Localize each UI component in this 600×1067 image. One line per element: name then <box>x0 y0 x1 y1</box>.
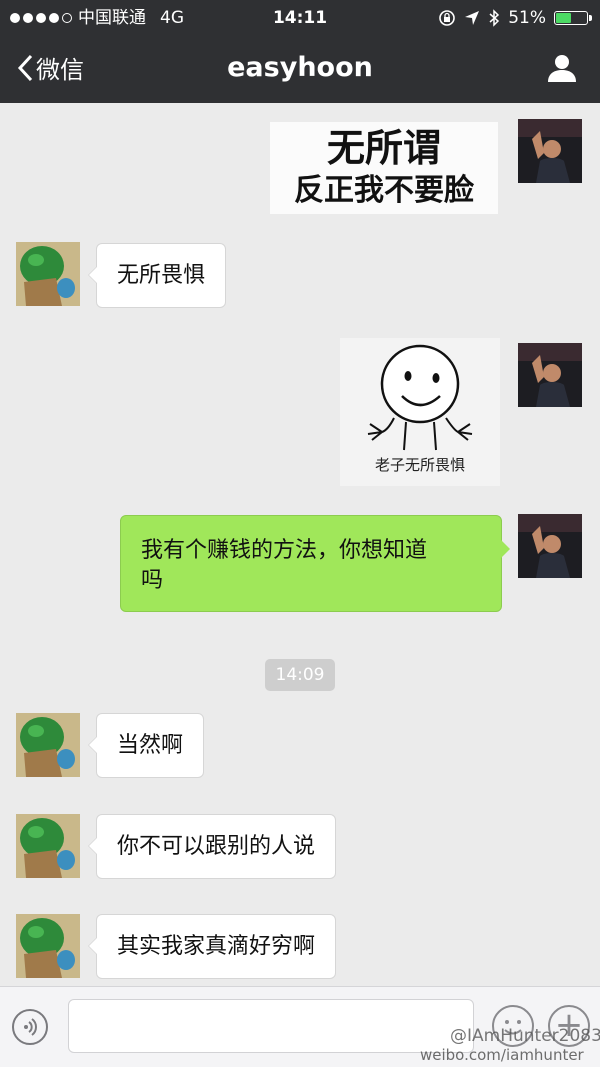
voice-icon <box>24 1018 37 1036</box>
contact-avatar[interactable] <box>16 242 80 306</box>
contact-avatar[interactable] <box>16 914 80 978</box>
status-bar: 中国联通 4G 14:11 51% <box>0 0 600 36</box>
sticker-line1: 无所谓 <box>326 126 441 170</box>
message-bubble[interactable]: 我有个赚钱的方法，你想知道 吗 <box>120 515 510 612</box>
message-text: 无所畏惧 <box>117 263 206 288</box>
battery-icon <box>554 11 592 25</box>
message-text: 其实我家真滴好穷啊 <box>117 934 316 959</box>
sticker-line2: 反正我不要脸 <box>294 173 474 208</box>
battery-fill <box>556 13 571 23</box>
watermark-url: weibo.com/iamhunter <box>420 1046 584 1064</box>
message-text: 当然啊 <box>117 733 184 758</box>
bluetooth-icon <box>489 9 500 27</box>
voice-button[interactable] <box>12 1009 48 1045</box>
sticker-face[interactable]: 老子无所畏惧 <box>340 338 500 486</box>
nav-bar: 微信 easyhoon <box>0 36 600 103</box>
rotation-lock-icon <box>439 10 456 26</box>
profile-button[interactable] <box>546 52 578 88</box>
sticker-caption: 老子无所畏惧 <box>374 456 465 474</box>
location-icon <box>465 11 480 25</box>
message-text: 你不可以跟别的人说 <box>117 834 316 859</box>
status-right: 51% <box>438 0 592 36</box>
sticker-wusuowei[interactable]: 无所谓 反正我不要脸 <box>270 122 498 214</box>
message-bubble[interactable]: 无所畏惧 <box>87 243 227 308</box>
message-text-line1: 我有个赚钱的方法，你想知道 <box>141 538 428 563</box>
watermark-handle: @IAmHunter20830 <box>450 1026 600 1046</box>
my-avatar[interactable] <box>518 343 582 407</box>
time-divider: 14:09 <box>265 659 335 691</box>
battery-percent: 51% <box>508 8 546 28</box>
smiley-shrug-icon <box>367 344 473 451</box>
contact-avatar[interactable] <box>16 814 80 878</box>
top-bar: 中国联通 4G 14:11 51% 微信 easyhoon <box>0 0 600 103</box>
message-bubble[interactable]: 你不可以跟别的人说 <box>87 814 337 879</box>
person-icon <box>548 55 576 82</box>
message-bubble[interactable]: 其实我家真滴好穷啊 <box>87 914 337 979</box>
message-text-line2: 吗 <box>141 568 164 593</box>
message-bubble[interactable]: 当然啊 <box>87 713 205 778</box>
my-avatar[interactable] <box>518 514 582 578</box>
contact-avatar[interactable] <box>16 713 80 777</box>
message-input[interactable] <box>68 999 474 1053</box>
chat-title: easyhoon <box>227 52 373 83</box>
my-avatar[interactable] <box>518 119 582 183</box>
